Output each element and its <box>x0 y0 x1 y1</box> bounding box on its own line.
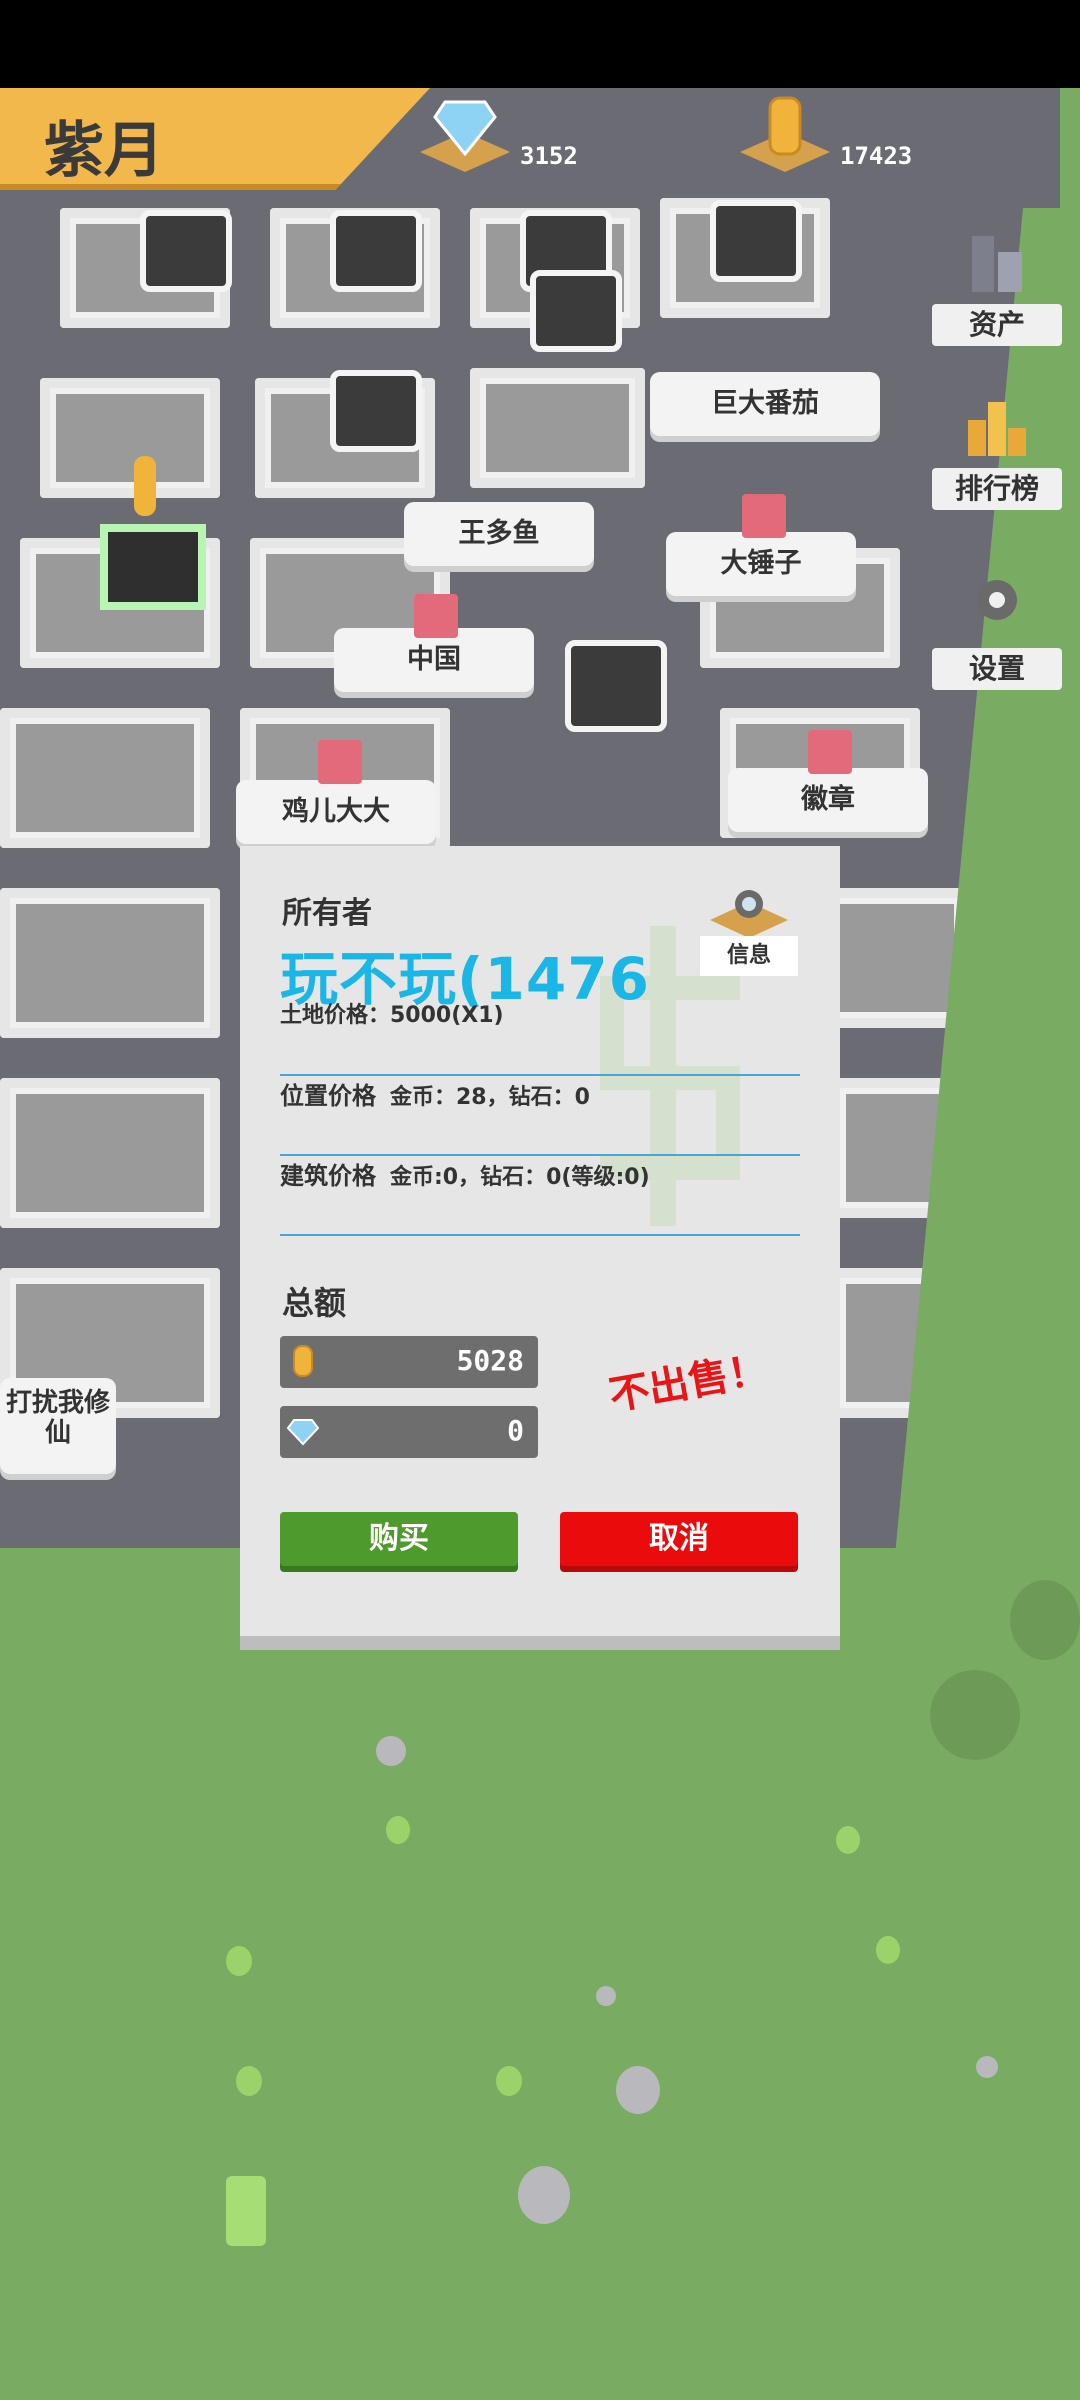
building-icon[interactable] <box>330 210 422 292</box>
diamond-count: 3152 <box>520 142 578 170</box>
total-coins: 5028 <box>456 1344 524 1377</box>
tree <box>496 2066 522 2096</box>
gift-icon[interactable] <box>318 740 362 784</box>
not-for-sale-label: 不出售！ <box>605 1346 772 1420</box>
buy-button[interactable]: 购买 <box>280 1512 518 1566</box>
building-price-key: 建筑价格 <box>280 1162 376 1190</box>
gift-icon[interactable] <box>742 494 786 538</box>
tree <box>836 1826 860 1854</box>
building-icon[interactable] <box>710 200 802 282</box>
building-icon[interactable] <box>330 370 422 452</box>
player-name: 紫月 <box>44 116 164 186</box>
tree <box>236 2066 262 2096</box>
selected-lot[interactable] <box>100 524 206 610</box>
land-price: 土地价格：5000(X1) <box>280 1003 504 1028</box>
diamond-icon <box>420 100 510 172</box>
coin-counter: 17423 <box>740 92 1000 182</box>
diamond-icon <box>286 1419 320 1446</box>
leaderboard-label: 排行榜 <box>932 468 1062 510</box>
coin-marker-icon[interactable] <box>134 456 156 516</box>
tree <box>226 2176 266 2246</box>
map-label[interactable]: 巨大番茄 <box>650 372 880 436</box>
leaderboard-icon <box>968 402 1026 456</box>
diamond-counter: 3152 <box>420 92 680 182</box>
map-label-line: 打扰我修 <box>5 1388 110 1418</box>
building-icon[interactable] <box>530 270 622 352</box>
map-label[interactable]: 大锤子 <box>666 532 856 596</box>
assets-label: 资产 <box>932 304 1062 346</box>
gift-icon[interactable] <box>414 594 458 638</box>
rock <box>616 2066 660 2114</box>
owner-label: 所有者 <box>282 896 372 931</box>
status-bar <box>0 0 1080 88</box>
property-dialog: 所有者 玩不玩(1476 信息 土地价格：5000(X1) 位置价格 金币：28，… <box>240 846 840 1636</box>
settings-button[interactable]: 设置 <box>932 570 1062 690</box>
total-label: 总额 <box>282 1284 347 1322</box>
magnifier-icon <box>710 890 788 938</box>
total-coins-bar: 5028 <box>280 1336 538 1388</box>
building-price-value: 金币:0，钻石：0(等级:0) <box>390 1165 650 1190</box>
cancel-button[interactable]: 取消 <box>560 1512 798 1566</box>
rock <box>376 1736 406 1766</box>
settings-label: 设置 <box>932 648 1062 690</box>
building-icon[interactable] <box>140 210 232 292</box>
tree <box>386 1816 410 1844</box>
map-label[interactable]: 打扰我修 仙 <box>0 1378 116 1474</box>
assets-icon <box>972 236 1022 292</box>
location-price-key: 位置价格 <box>280 1082 376 1110</box>
rock <box>976 2056 998 2078</box>
gear-icon <box>977 580 1017 620</box>
coin-count: 17423 <box>840 142 913 170</box>
assets-button[interactable]: 资产 <box>932 226 1062 346</box>
location-price-value: 金币：28，钻石：0 <box>390 1085 590 1110</box>
info-label: 信息 <box>700 936 798 976</box>
tree <box>930 1670 1020 1760</box>
location-price-row: 位置价格 金币：28，钻石：0 <box>280 1076 800 1156</box>
coin-icon <box>293 1345 313 1377</box>
coin-icon <box>740 96 830 172</box>
tree <box>876 1936 900 1964</box>
map-label-line: 仙 <box>44 1418 71 1448</box>
land-price-row: 土地价格：5000(X1) <box>280 996 800 1076</box>
map-label[interactable]: 鸡儿大大 <box>236 780 436 844</box>
grass-field <box>0 1548 1080 2400</box>
building-icon[interactable] <box>565 640 667 732</box>
gift-icon[interactable] <box>808 730 852 774</box>
building-price-row: 建筑价格 金币:0，钻石：0(等级:0) <box>280 1156 800 1236</box>
tree <box>1010 1580 1080 1660</box>
rock <box>518 2166 570 2224</box>
total-diamonds-bar: 0 <box>280 1406 538 1458</box>
rock <box>596 1986 616 2006</box>
map-label[interactable]: 徽章 <box>728 768 928 832</box>
map-label[interactable]: 王多鱼 <box>404 502 594 566</box>
info-button[interactable]: 信息 <box>700 880 798 976</box>
total-diamonds: 0 <box>507 1414 524 1447</box>
tree <box>226 1946 252 1976</box>
leaderboard-button[interactable]: 排行榜 <box>932 390 1062 510</box>
